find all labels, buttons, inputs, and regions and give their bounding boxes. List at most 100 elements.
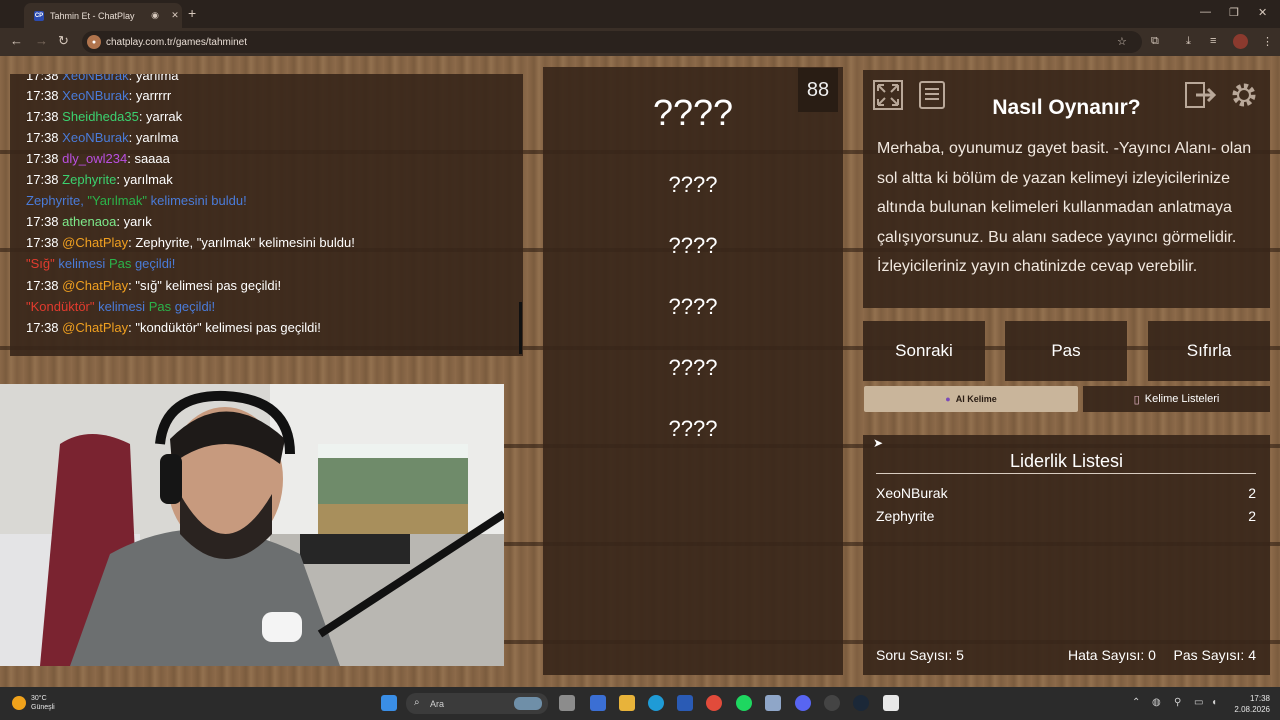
bookmark-star-icon[interactable]: ☆ (1117, 35, 1127, 48)
leaderboard-panel: Liderlik Listesi XeoNBurak 2 Zephyrite 2… (863, 435, 1270, 675)
chat-scrollbar[interactable] (519, 302, 522, 354)
microphone-icon[interactable]: ⚲ (1174, 697, 1181, 708)
url-text: chatplay.com.tr/games/tahminet (106, 36, 247, 48)
app-icon[interactable] (883, 695, 899, 711)
store-icon[interactable] (677, 695, 693, 711)
pass-button[interactable]: Pas (1005, 321, 1127, 381)
back-icon[interactable]: ← (10, 33, 23, 48)
player-score: 2 (1248, 485, 1256, 501)
windows-start-icon[interactable] (381, 695, 397, 711)
browser-tabbar: CP Tahmin Et - ChatPlay ◉ ✕ + — ❐ ✕ (0, 0, 1280, 28)
webcam-feed (0, 384, 504, 666)
file-explorer-icon[interactable] (619, 695, 635, 711)
app-icon[interactable] (765, 695, 781, 711)
forbidden-word: ???? (668, 355, 718, 380)
chat-message: 17:38 athenaoa: yarık (26, 214, 152, 229)
next-button[interactable]: Sonraki (863, 321, 985, 381)
chat-system-message: "Kondüktör" kelimesi Pas geçildi! (26, 299, 215, 314)
message-time: 17:38 (26, 109, 59, 124)
message-username[interactable]: XeoNBurak (62, 74, 128, 83)
system-message-part: "Kondüktör" (26, 299, 95, 314)
system-message-part: kelimesi (54, 256, 109, 271)
message-username[interactable]: @ChatPlay (62, 320, 128, 335)
address-bar[interactable]: ● chatplay.com.tr/games/tahminet (82, 31, 1142, 53)
message-time: 17:38 (26, 235, 59, 250)
weather-widget[interactable]: 30°C Güneşli (12, 694, 55, 712)
settings-gear-icon[interactable] (1227, 78, 1261, 112)
site-info-icon[interactable]: ● (87, 35, 101, 49)
system-message-part: Pas (108, 256, 132, 271)
message-time: 17:38 (26, 88, 59, 103)
browser-toolbar: ← → ↻ ● chatplay.com.tr/games/tahminet ☆… (0, 28, 1280, 56)
taskbar-search[interactable]: ⌕ Ara (406, 693, 548, 714)
message-username[interactable]: @ChatPlay (62, 235, 128, 250)
reading-list-icon[interactable]: ≡ (1210, 35, 1216, 47)
spotify-icon[interactable] (736, 695, 752, 711)
tab-close-icon[interactable]: ✕ (168, 10, 182, 21)
message-username[interactable]: dly_owl234 (62, 151, 127, 166)
profile-avatar[interactable] (1233, 34, 1248, 49)
message-username[interactable]: XeoNBurak (62, 88, 128, 103)
chrome-icon[interactable] (706, 695, 722, 711)
message-time: 17:38 (26, 214, 59, 229)
tab-audio-icon[interactable]: ◉ (148, 10, 162, 21)
message-username[interactable]: athenaoa (62, 214, 116, 229)
window-close-icon[interactable]: ✕ (1258, 6, 1267, 19)
system-message-part: "Yarılmak" (87, 193, 147, 208)
obs-icon[interactable] (824, 695, 840, 711)
windows-taskbar: 30°C Güneşli ⌕ Ara ⌃ ◍ ⚲ ▭ ◖ 17:38 2.08.… (0, 687, 1280, 720)
discord-icon[interactable] (795, 695, 811, 711)
reset-button[interactable]: Sıfırla (1148, 321, 1270, 381)
clock-time: 17:38 (1249, 694, 1270, 703)
question-count-value: 5 (956, 647, 964, 663)
message-username[interactable]: Zephyrite (62, 172, 116, 187)
steam-icon[interactable] (853, 695, 869, 711)
message-username[interactable]: XeoNBurak (62, 130, 128, 145)
forbidden-word: ???? (668, 172, 718, 197)
edge-icon[interactable] (648, 695, 664, 711)
divider (876, 473, 1256, 474)
volume-icon[interactable]: ◖ (1211, 697, 1217, 708)
menu-kebab-icon[interactable]: ⋮ (1262, 35, 1273, 48)
search-highlight-icon (514, 697, 542, 710)
restore-icon[interactable]: ❐ (1229, 6, 1239, 19)
sun-icon (12, 696, 26, 710)
message-time: 17:38 (26, 74, 59, 83)
extensions-icon[interactable]: ⧉ (1151, 35, 1159, 48)
exit-icon[interactable] (1183, 78, 1217, 112)
system-clock[interactable]: 17:38 2.08.2026 (1228, 693, 1270, 715)
task-view-icon[interactable] (559, 695, 575, 711)
weather-text: Güneşli (31, 704, 55, 711)
network-icon[interactable]: ▭ (1194, 697, 1203, 708)
chatplay-favicon-icon: CP (34, 10, 44, 21)
tray-app-icon[interactable]: ◍ (1152, 697, 1161, 708)
system-message-part: geçildi! (171, 299, 216, 314)
message-text: : yarılma (128, 130, 179, 145)
forbidden-word: ???? (668, 416, 718, 441)
forward-icon[interactable]: → (35, 33, 48, 48)
how-to-play-text: Merhaba, oyunumuz gayet basit. -Yayıncı … (877, 140, 1252, 275)
minimize-icon[interactable]: — (1200, 6, 1211, 18)
new-tab-icon[interactable]: + (188, 5, 196, 21)
clock-date: 2.08.2026 (1234, 705, 1270, 714)
downloads-icon[interactable]: ⤓ (1186, 35, 1191, 48)
message-text: : yarrrrr (128, 88, 172, 103)
chat-system-message: Zephyrite, "Yarılmak" kelimesini buldu! (26, 193, 247, 208)
pass-count-label: Pas Sayısı: (1173, 647, 1245, 663)
word-lists-button[interactable]: ▯ Kelime Listeleri (1083, 386, 1270, 412)
system-message-part: geçildi! (131, 256, 176, 271)
message-username[interactable]: Sheidheda35 (62, 109, 139, 124)
notebook-icon: ▯ (1133, 393, 1140, 406)
reload-icon[interactable]: ↻ (58, 33, 69, 49)
message-text: : saaaa (127, 151, 170, 166)
ai-word-button[interactable]: ● AI Kelime (864, 386, 1078, 412)
chat-message: 17:38 XeoNBurak: yarrrrr (26, 88, 171, 103)
pass-count-stat: Pas Sayısı: 4 (1174, 647, 1257, 663)
chat-message: 17:38 dly_owl234: saaaa (26, 151, 170, 166)
chat-message: 17:38 XeoNBurak: yarılma (26, 74, 179, 83)
error-count-value: 0 (1148, 647, 1156, 663)
message-username[interactable]: @ChatPlay (62, 278, 128, 293)
widgets-icon[interactable] (590, 695, 606, 711)
tray-chevron-icon[interactable]: ⌃ (1132, 697, 1140, 708)
browser-tab[interactable]: CP Tahmin Et - ChatPlay ◉ ✕ (24, 3, 182, 28)
